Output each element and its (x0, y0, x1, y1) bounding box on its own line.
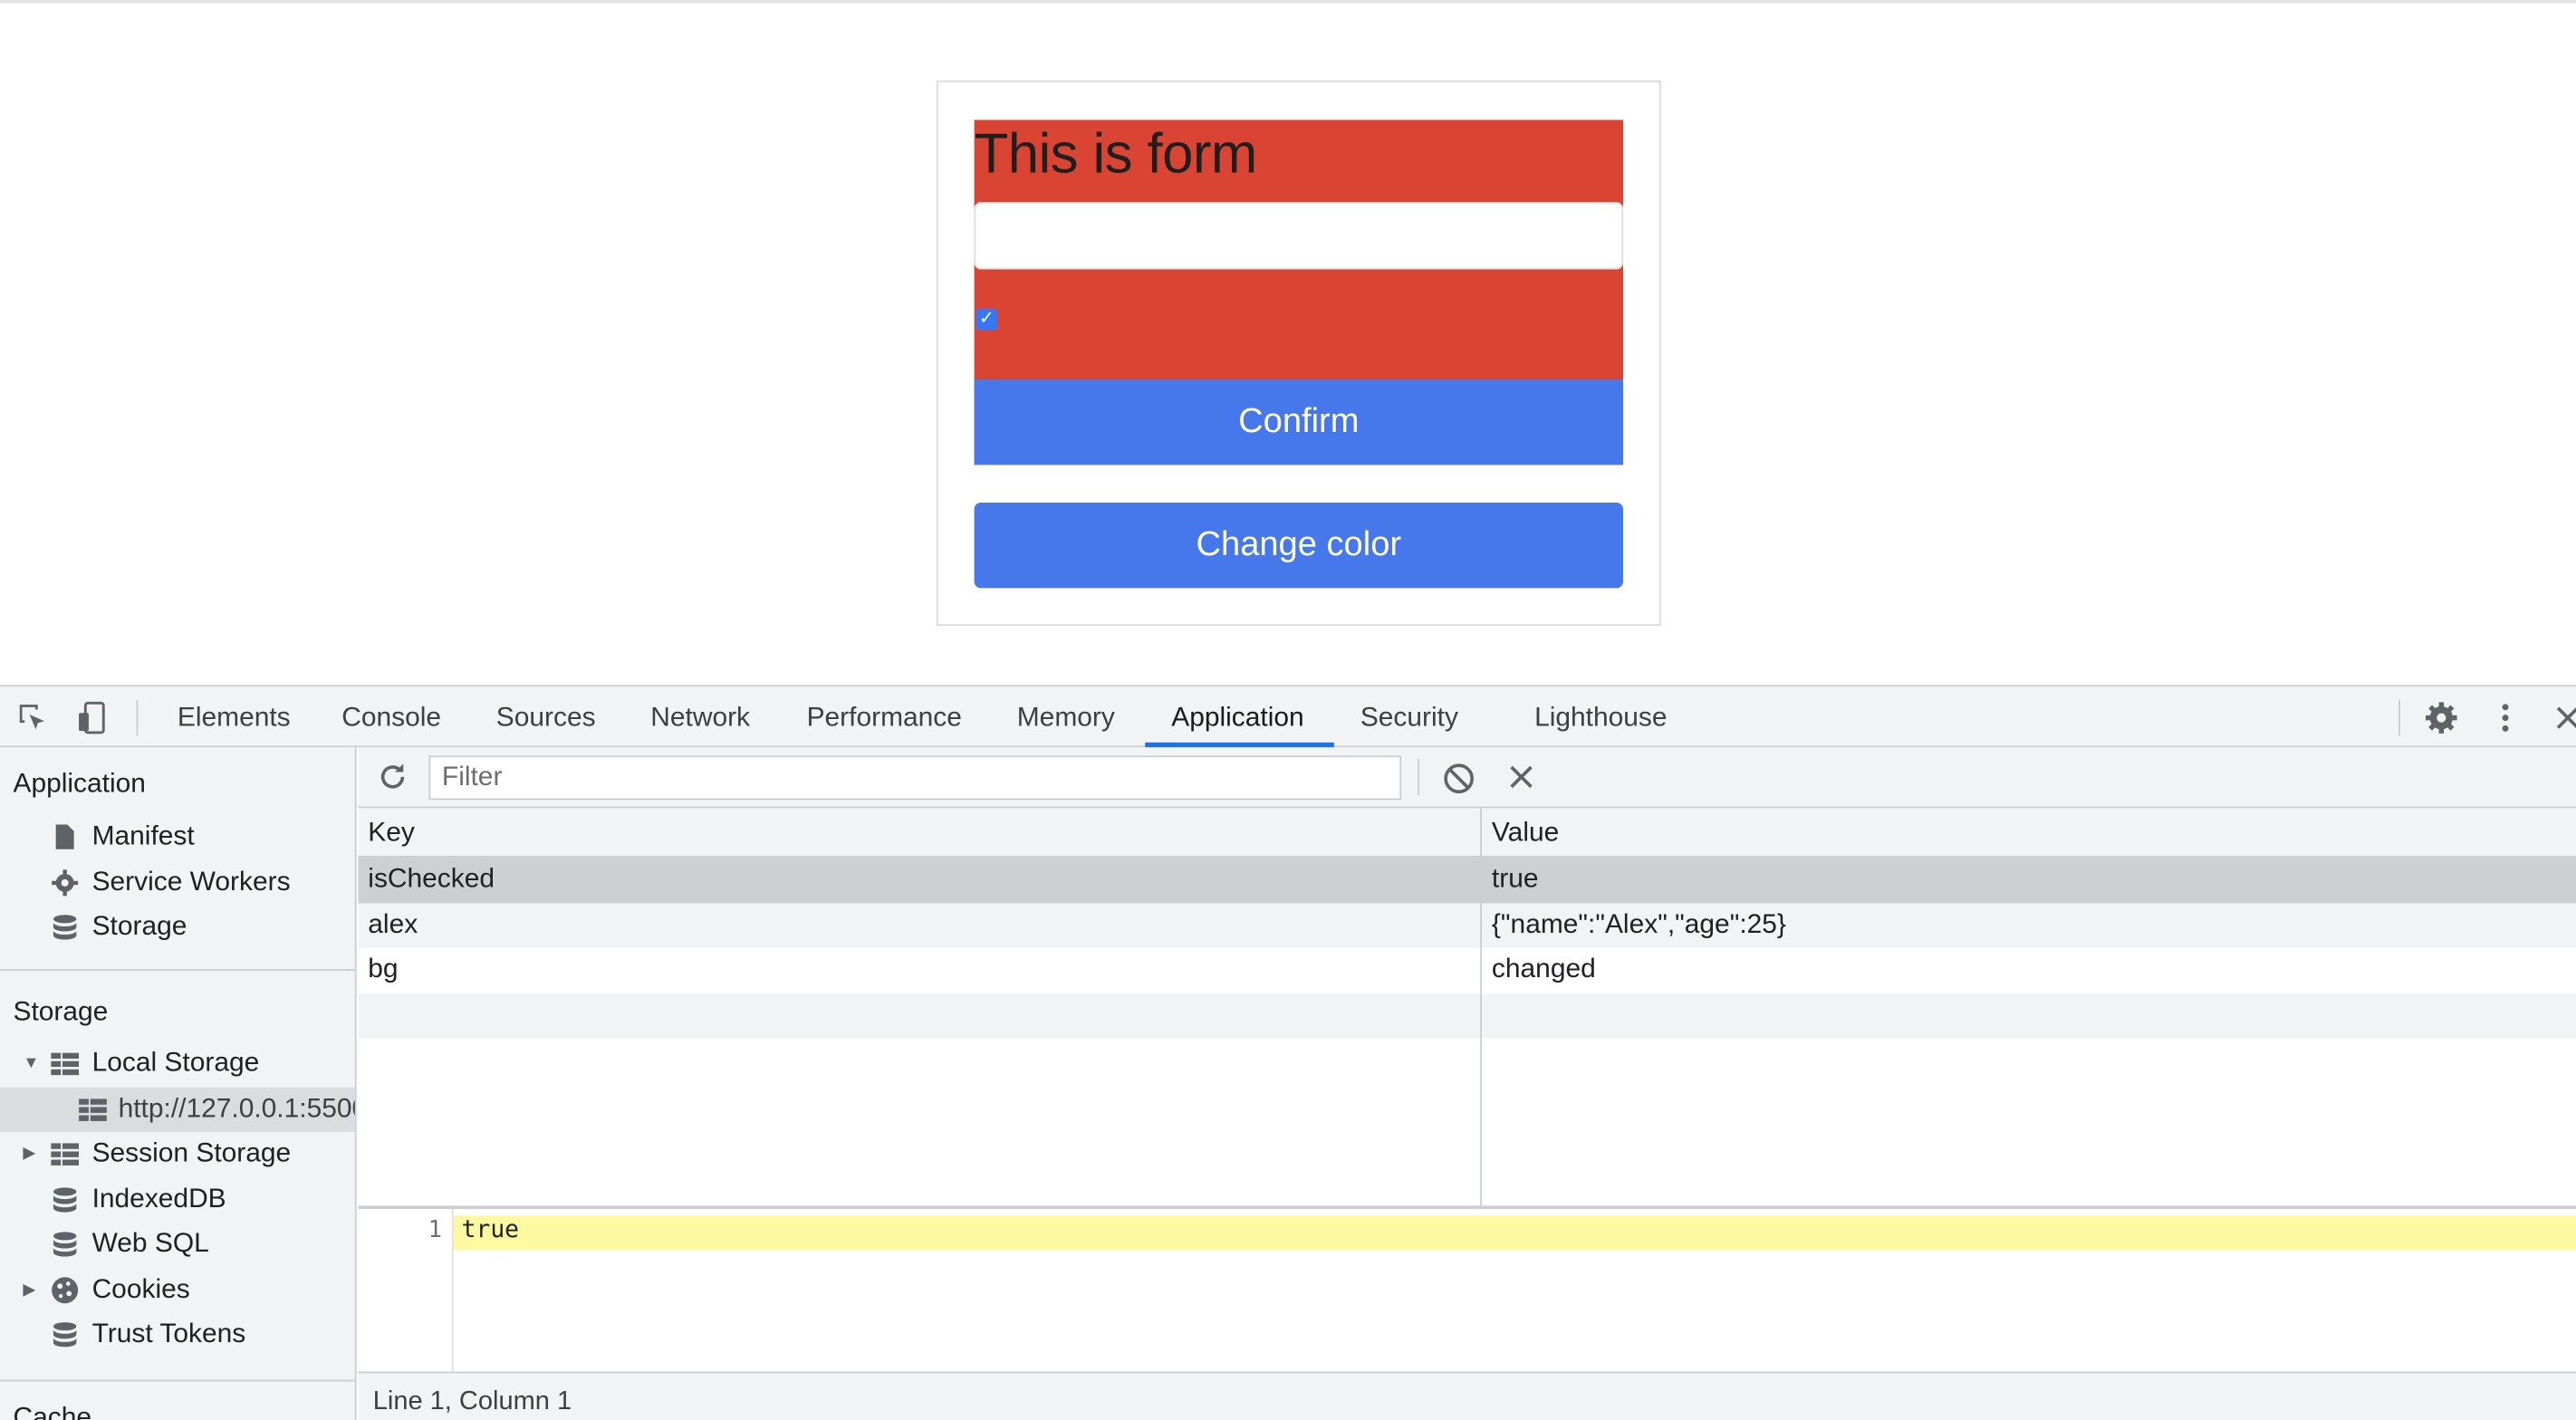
close-devtools-icon[interactable] (2550, 700, 2576, 736)
expand-arrow-down-icon[interactable]: ▼ (23, 1041, 39, 1086)
cookie-icon (51, 1275, 79, 1303)
tab-console[interactable]: Console (341, 686, 441, 747)
delete-selected-icon[interactable] (1504, 759, 1540, 795)
table-grid-icon (79, 1095, 107, 1123)
form-text-input[interactable] (974, 202, 1624, 270)
sidebar-item-cookies[interactable]: ▶ Cookies (0, 1267, 355, 1311)
document-icon (51, 823, 79, 851)
tab-elements[interactable]: Elements (178, 686, 291, 747)
filter-input[interactable]: Filter (428, 755, 1402, 801)
form-checkbox[interactable]: ✓ (976, 308, 997, 331)
sidebar-heading-application: Application (13, 768, 146, 799)
sidebar-heading-cache: Cache (13, 1402, 92, 1420)
tab-performance[interactable]: Performance (807, 686, 962, 747)
gear-icon (51, 868, 79, 897)
table-row-empty[interactable] (358, 993, 2576, 1039)
line-number: 1 (428, 1217, 442, 1244)
sidebar-item-local-origin[interactable]: http://127.0.0.1:5500 (0, 1086, 355, 1131)
inspect-element-icon[interactable] (14, 700, 51, 736)
page-viewport: This is form ✓ Confirm Change color (0, 0, 2576, 686)
expand-arrow-right-icon[interactable]: ▶ (23, 1267, 39, 1311)
application-sidebar: Application Manifest Service Workers Sto… (0, 747, 357, 1420)
table-row[interactable]: isChecked true (358, 857, 2576, 903)
table-row[interactable]: bg changed (358, 948, 2576, 993)
sidebar-item-indexeddb[interactable]: IndexedDB (0, 1177, 355, 1222)
column-header-value[interactable]: Value (1492, 808, 1559, 857)
column-divider[interactable] (1480, 808, 1483, 1206)
form-card: This is form ✓ Confirm Change color (936, 80, 1661, 627)
tab-sources[interactable]: Sources (496, 686, 596, 747)
storage-toolbar: Filter (358, 747, 2576, 809)
more-options-icon[interactable] (2487, 700, 2523, 736)
sidebar-item-manifest[interactable]: Manifest (0, 815, 355, 859)
sidebar-item-storage[interactable]: Storage (0, 905, 355, 949)
column-header-key[interactable]: Key (368, 808, 415, 857)
tab-application[interactable]: Application (1171, 686, 1303, 747)
database-icon (51, 913, 79, 941)
sidebar-heading-storage: Storage (13, 996, 109, 1027)
form-title: This is form (974, 123, 1258, 186)
settings-gear-icon[interactable] (2423, 700, 2459, 736)
tab-lighthouse[interactable]: Lighthouse (1534, 686, 1667, 747)
sidebar-item-service-workers[interactable]: Service Workers (0, 860, 355, 905)
clear-all-block-icon[interactable] (1441, 761, 1477, 797)
sidebar-item-local-storage[interactable]: ▼ Local Storage (0, 1041, 355, 1086)
expand-arrow-right-icon[interactable]: ▶ (23, 1132, 39, 1176)
line-gutter: 1 (358, 1208, 454, 1372)
devtools-tabbar: Elements Console Sources Network Perform… (0, 685, 2576, 748)
table-grid-icon (51, 1050, 80, 1078)
active-line-highlight (453, 1215, 2576, 1251)
status-bar: Line 1, Column 1 (358, 1371, 2576, 1420)
sidebar-item-session-storage[interactable]: ▶ Session Storage (0, 1132, 355, 1176)
database-icon (51, 1320, 79, 1348)
table-grid-icon (51, 1140, 80, 1168)
database-icon (51, 1185, 79, 1214)
change-color-button[interactable]: Change color (974, 503, 1624, 589)
confirm-button[interactable]: Confirm (974, 379, 1624, 465)
sidebar-item-web-sql[interactable]: Web SQL (0, 1222, 355, 1266)
tab-network[interactable]: Network (650, 686, 750, 747)
database-icon (51, 1231, 79, 1259)
tab-memory[interactable]: Memory (1017, 686, 1115, 747)
storage-main-panel: Filter Key Value isChecked true alex {"n… (358, 747, 2576, 1420)
devtools-panel: Elements Console Sources Network Perform… (0, 685, 2576, 1420)
value-preview: 1 true (358, 1205, 2576, 1372)
preview-code[interactable]: true (462, 1217, 519, 1243)
table-row[interactable]: alex {"name":"Alex","age":25} (358, 902, 2576, 948)
table-header: Key Value (358, 808, 2576, 858)
sidebar-item-trust-tokens[interactable]: Trust Tokens (0, 1312, 355, 1357)
tab-security[interactable]: Security (1360, 686, 1458, 747)
device-toolbar-icon[interactable] (75, 700, 111, 736)
refresh-icon[interactable] (375, 759, 411, 795)
